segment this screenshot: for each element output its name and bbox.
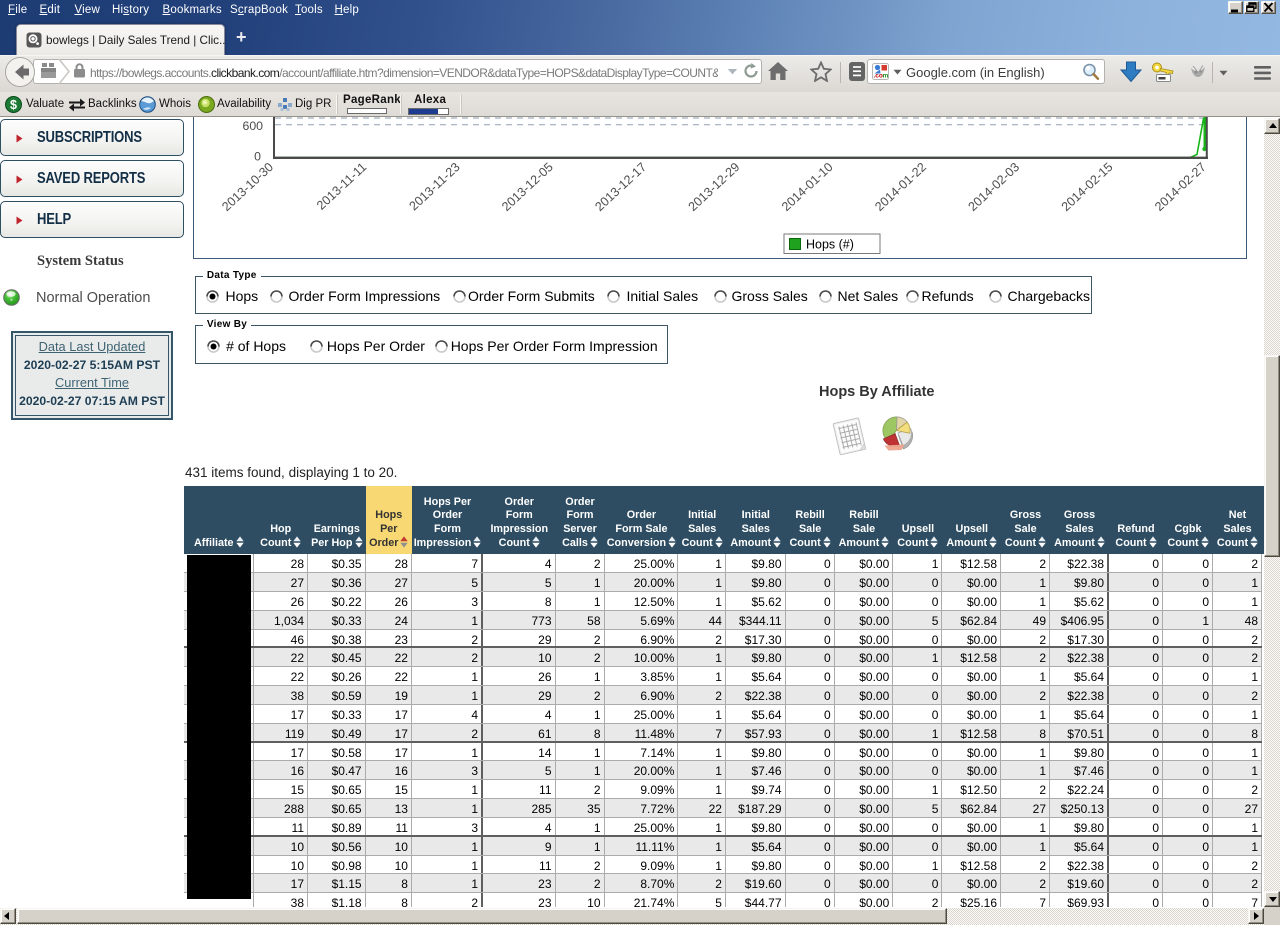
svg-text:2014-01-10: 2014-01-10 [779,160,836,214]
svg-text:Hops (#): Hops (#) [806,237,854,251]
svg-text:2014-02-27: 2014-02-27 [1152,160,1209,214]
svg-text:2014-01-22: 2014-01-22 [872,160,929,214]
svg-text:0: 0 [254,150,261,164]
svg-text:2013-12-05: 2013-12-05 [499,160,556,214]
svg-text:2013-12-29: 2013-12-29 [685,160,742,214]
svg-text:2013-11-23: 2013-11-23 [406,160,462,213]
svg-text:$: $ [10,98,17,112]
svg-text:600: 600 [242,119,263,133]
svg-text:2014-02-15: 2014-02-15 [1058,160,1115,214]
svg-text:2013-12-17: 2013-12-17 [592,160,649,214]
svg-text:2014-02-03: 2014-02-03 [965,160,1022,214]
svg-text:.co: .co [874,73,883,80]
svg-text:2013-11-11: 2013-11-11 [314,160,369,213]
svg-text:2013-10-30: 2013-10-30 [219,160,276,214]
svg-text:*: * [10,299,13,306]
svg-text:m: m [883,73,889,80]
